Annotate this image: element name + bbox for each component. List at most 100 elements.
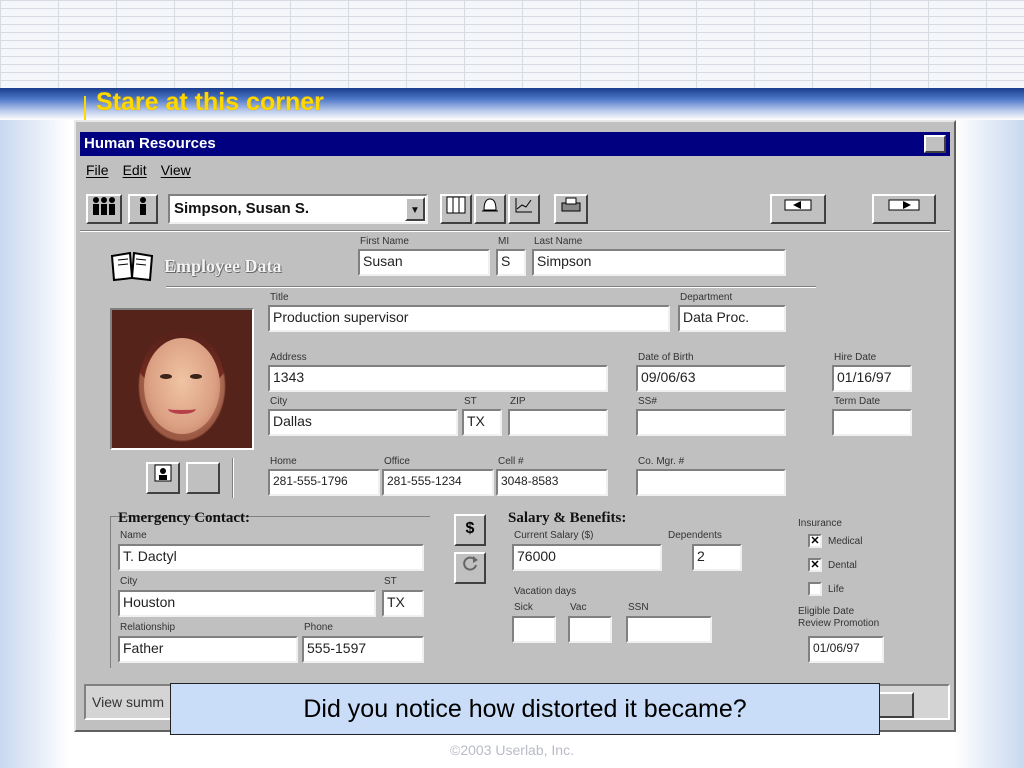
dependents-field[interactable]: 2 bbox=[692, 544, 742, 571]
medical-label: Medical bbox=[828, 536, 863, 547]
cell-phone-field[interactable]: 3048-8583 bbox=[496, 469, 608, 496]
mi-label: MI bbox=[498, 236, 510, 247]
emergency-state-label: ST bbox=[384, 576, 397, 587]
salary-ssn-field[interactable] bbox=[626, 616, 712, 643]
dental-checkbox[interactable]: ✕ bbox=[808, 558, 822, 572]
first-name-field[interactable]: Susan bbox=[358, 249, 490, 276]
book-icon bbox=[110, 251, 154, 282]
refresh-icon[interactable] bbox=[454, 552, 486, 584]
home-phone-field[interactable]: 281-555-1796 bbox=[268, 469, 380, 496]
emergency-city-label: City bbox=[120, 576, 138, 587]
dropdown-arrow-icon[interactable]: ▼ bbox=[405, 197, 425, 221]
sick-label: Sick bbox=[514, 602, 533, 613]
chart-icon[interactable] bbox=[508, 194, 540, 224]
window-control-button[interactable] bbox=[924, 135, 946, 153]
office-phone-field[interactable]: 281-555-1234 bbox=[382, 469, 494, 496]
copyright-notice: ©2003 Userlab, Inc. bbox=[450, 742, 574, 758]
current-salary-label: Current Salary ($) bbox=[514, 530, 594, 541]
address-field[interactable]: 1343 bbox=[268, 365, 608, 392]
vac-label: Vac bbox=[570, 602, 587, 613]
dependents-label: Dependents bbox=[668, 530, 722, 541]
employee-select[interactable]: Simpson, Susan S. ▼ bbox=[168, 194, 428, 224]
city-label: City bbox=[270, 396, 288, 407]
term-date-field[interactable] bbox=[832, 409, 912, 436]
dob-field[interactable]: 09/06/63 bbox=[636, 365, 786, 392]
next-record-icon[interactable] bbox=[872, 194, 936, 224]
slide-caption: Did you notice how distorted it became? bbox=[170, 683, 880, 735]
title-label: Title bbox=[270, 292, 289, 303]
state-field[interactable]: TX bbox=[462, 409, 502, 436]
last-name-label: Last Name bbox=[534, 236, 583, 247]
photo-eye bbox=[160, 374, 172, 379]
toolbar-divider bbox=[80, 230, 950, 232]
menu-bar: File Edit View bbox=[86, 162, 191, 184]
photo-blank-icon[interactable] bbox=[186, 462, 220, 494]
emergency-phone-label: Phone bbox=[304, 622, 333, 633]
menu-edit[interactable]: Edit bbox=[123, 162, 147, 184]
salary-ssn-label: SSN bbox=[628, 602, 649, 613]
co-mgr-field[interactable] bbox=[636, 469, 786, 496]
bell-icon[interactable] bbox=[474, 194, 506, 224]
insurance-label: Insurance bbox=[798, 518, 842, 529]
home-phone-label: Home bbox=[270, 456, 297, 467]
zip-label: ZIP bbox=[510, 396, 526, 407]
medical-checkbox[interactable]: ✕ bbox=[808, 534, 822, 548]
emergency-state-field[interactable]: TX bbox=[382, 590, 424, 617]
employee-photo bbox=[110, 308, 254, 450]
heading-divider bbox=[166, 286, 816, 288]
prev-record-icon[interactable] bbox=[770, 194, 826, 224]
photo-eye bbox=[190, 374, 202, 379]
mi-field[interactable]: S bbox=[496, 249, 526, 276]
relationship-field[interactable]: Father bbox=[118, 636, 298, 663]
grid-icon[interactable] bbox=[440, 194, 472, 224]
city-field[interactable]: Dallas bbox=[268, 409, 458, 436]
slide-grid-decoration bbox=[0, 0, 1024, 88]
department-label: Department bbox=[680, 292, 733, 303]
emergency-phone-field[interactable]: 555-1597 bbox=[302, 636, 424, 663]
dental-label: Dental bbox=[828, 560, 857, 571]
ssn-label: SS# bbox=[638, 396, 657, 407]
photo-mouth bbox=[168, 404, 196, 414]
group-icon[interactable] bbox=[86, 194, 122, 224]
menu-view[interactable]: View bbox=[161, 162, 191, 184]
term-date-label: Term Date bbox=[834, 396, 881, 407]
life-checkbox[interactable] bbox=[808, 582, 822, 596]
hr-application-window: Human Resources File Edit View Simpson, … bbox=[74, 120, 956, 732]
salary-benefits-heading: Salary & Benefits: bbox=[508, 510, 627, 526]
status-text: View summ bbox=[92, 694, 165, 710]
slide-headline: Stare at this corner bbox=[96, 88, 324, 116]
dob-label: Date of Birth bbox=[638, 352, 694, 363]
hire-date-field[interactable]: 01/16/97 bbox=[832, 365, 912, 392]
sick-field[interactable] bbox=[512, 616, 556, 643]
eligible-date-label: Eligible Date bbox=[798, 606, 855, 617]
vacation-days-label: Vacation days bbox=[514, 586, 577, 597]
title-field[interactable]: Production supervisor bbox=[268, 305, 670, 332]
menu-file[interactable]: File bbox=[86, 162, 109, 184]
vac-field[interactable] bbox=[568, 616, 612, 643]
window-title: Human Resources bbox=[84, 135, 216, 152]
window-titlebar: Human Resources bbox=[80, 132, 950, 156]
photo-face bbox=[144, 338, 220, 434]
office-phone-label: Office bbox=[384, 456, 410, 467]
last-name-field[interactable]: Simpson bbox=[532, 249, 786, 276]
employee-data-heading: Employee Data bbox=[164, 256, 282, 276]
review-promotion-label: Review Promotion bbox=[798, 618, 880, 629]
emergency-name-label: Name bbox=[120, 530, 147, 541]
first-name-label: First Name bbox=[360, 236, 409, 247]
printer-icon[interactable] bbox=[554, 194, 588, 224]
salary-dollar-icon[interactable]: $ bbox=[454, 514, 486, 546]
relationship-label: Relationship bbox=[120, 622, 176, 633]
insurance-date-field[interactable]: 01/06/97 bbox=[808, 636, 884, 663]
zip-field[interactable] bbox=[508, 409, 608, 436]
hire-date-label: Hire Date bbox=[834, 352, 877, 363]
status-action-button[interactable] bbox=[876, 692, 914, 718]
person-icon[interactable] bbox=[128, 194, 158, 224]
emergency-city-field[interactable]: Houston bbox=[118, 590, 376, 617]
ssn-field[interactable] bbox=[636, 409, 786, 436]
photo-portrait-icon[interactable] bbox=[146, 462, 180, 494]
emergency-contact-heading: Emergency Contact: bbox=[118, 510, 251, 526]
emergency-name-field[interactable]: T. Dactyl bbox=[118, 544, 424, 571]
department-field[interactable]: Data Proc. bbox=[678, 305, 786, 332]
life-label: Life bbox=[828, 584, 845, 595]
current-salary-field[interactable]: 76000 bbox=[512, 544, 662, 571]
